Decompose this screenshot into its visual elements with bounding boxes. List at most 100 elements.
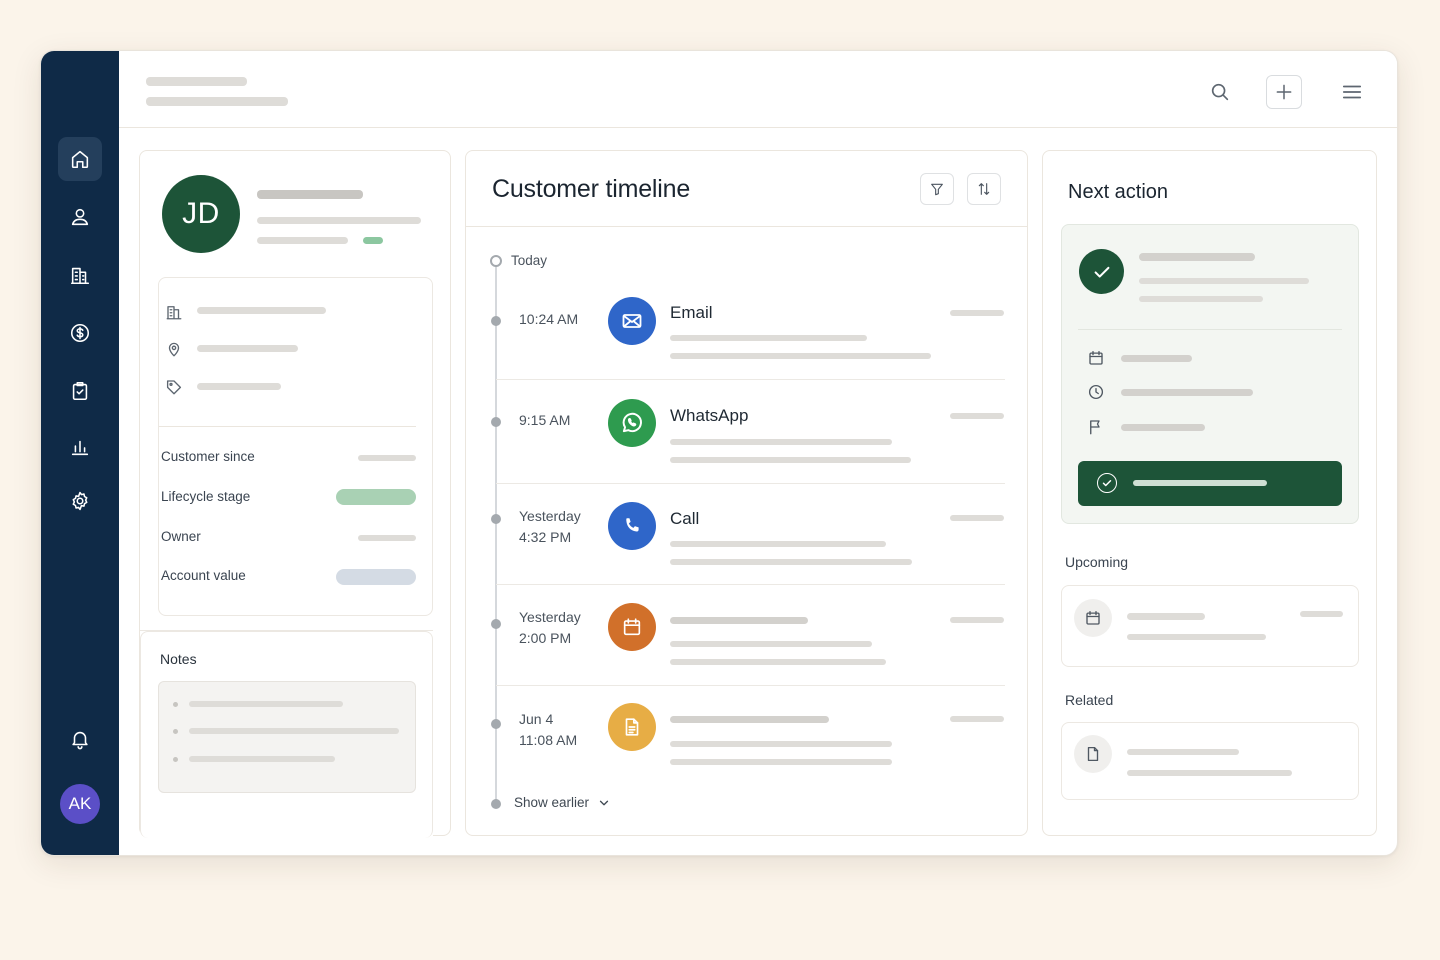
document-icon [625, 718, 639, 736]
account-value-badge [336, 569, 416, 585]
sidebar-item-settings[interactable] [58, 479, 102, 523]
timeline-dot [491, 417, 501, 427]
entry-title[interactable]: WhatsApp [670, 406, 748, 426]
entry-time: Yesterday 2:00 PM [519, 609, 581, 646]
entry-preview [670, 559, 912, 565]
entry-preview [670, 353, 931, 359]
entry-preview [670, 335, 867, 341]
customer-meta-placeholder [257, 237, 348, 244]
notes-section: Notes [140, 630, 433, 838]
entry-meta [950, 716, 1004, 722]
completed-check-icon [1079, 249, 1124, 294]
related-title-placeholder [1127, 749, 1239, 755]
search-button[interactable] [1205, 77, 1235, 107]
notes-list[interactable] [158, 681, 416, 793]
sort-icon [978, 183, 990, 195]
timeline-header-divider [466, 226, 1027, 227]
entry-time: 10:24 AM [519, 311, 579, 327]
calendar-icon [1074, 599, 1112, 637]
upcoming-title: Upcoming [1065, 554, 1129, 570]
sidebar-item-deals[interactable] [58, 311, 102, 355]
show-earlier-button[interactable]: Show earlier [514, 795, 611, 810]
building-icon [163, 301, 185, 323]
entry-title[interactable]: Email [670, 303, 713, 323]
today-marker [490, 255, 502, 267]
whatsapp-icon [622, 412, 642, 433]
action-title-placeholder [1139, 253, 1255, 261]
entry-preview [670, 641, 872, 647]
entry-time: Jun 4 11:08 AM [519, 711, 578, 748]
location-placeholder [197, 345, 298, 352]
lifecycle-stage-label: Lifecycle stage [161, 489, 251, 504]
lifecycle-stage-badge [336, 489, 416, 505]
customer-subtitle-placeholder [257, 217, 421, 224]
owner-value [358, 535, 416, 541]
sidebar-item-home[interactable] [58, 137, 102, 181]
user-avatar[interactable]: AK [60, 784, 100, 824]
sidebar-item-contacts[interactable] [58, 195, 102, 239]
today-label: Today [511, 253, 548, 268]
bar-chart-icon [71, 440, 89, 456]
page-title-placeholder [146, 97, 288, 106]
entry-time: 9:15 AM [519, 412, 571, 428]
customer-since-value [358, 455, 416, 461]
sidebar-item-tasks[interactable] [58, 369, 102, 413]
location-pin-icon [163, 338, 185, 360]
plus-icon [1276, 84, 1292, 100]
call-entry-icon [608, 502, 656, 550]
add-button[interactable] [1266, 75, 1302, 109]
sidebar: AK [41, 51, 119, 855]
menu-button[interactable] [1337, 77, 1367, 107]
sidebar-item-reports[interactable] [58, 425, 102, 469]
divider [159, 426, 416, 427]
notifications-button[interactable] [58, 717, 102, 761]
document-icon [1074, 735, 1112, 773]
gear-icon [72, 491, 88, 511]
profile-panel: JD Customer since Lifecycle stage Owner [139, 150, 451, 838]
building-icon [70, 267, 90, 285]
sidebar-item-companies[interactable] [58, 253, 102, 297]
flag-icon [1086, 417, 1106, 437]
priority-placeholder [1121, 424, 1205, 431]
clock-icon [1086, 382, 1106, 402]
filter-button[interactable] [920, 173, 954, 205]
timeline-panel: Customer timeline Today 10:24 AM Email 9… [465, 150, 1028, 836]
entry-title-placeholder[interactable] [670, 716, 829, 723]
bell-icon [72, 731, 88, 750]
action-desc-placeholder [1139, 278, 1309, 284]
next-action-title: Next action [1068, 181, 1169, 203]
user-icon [71, 208, 89, 226]
calendar-icon [1086, 348, 1106, 368]
timeline-title: Customer timeline [492, 175, 691, 203]
app-window: AK JD Customer since Lifecycle stage Own… [40, 50, 1398, 856]
timeline-dot [491, 316, 501, 326]
document-entry-icon [608, 703, 656, 751]
customer-since-label: Customer since [161, 449, 255, 464]
entry-title[interactable]: Call [670, 509, 699, 529]
entry-divider [496, 379, 1005, 380]
menu-icon [1342, 85, 1362, 99]
upcoming-item[interactable] [1061, 585, 1359, 667]
entry-meta [950, 515, 1004, 521]
clipboard-check-icon [72, 381, 88, 401]
related-desc-placeholder [1127, 770, 1292, 776]
show-earlier-label: Show earlier [514, 795, 590, 810]
whatsapp-entry-icon [608, 399, 656, 447]
complete-action-button[interactable] [1078, 461, 1342, 506]
entry-preview [670, 439, 892, 445]
timeline-dot [491, 719, 501, 729]
entry-title-placeholder[interactable] [670, 617, 808, 624]
upcoming-desc-placeholder [1127, 634, 1266, 640]
sort-button[interactable] [967, 173, 1001, 205]
entry-divider [496, 584, 1005, 585]
company-placeholder [197, 307, 326, 314]
timeline-dot [491, 514, 501, 524]
timeline-dot [491, 799, 501, 809]
tags-placeholder [197, 383, 281, 390]
home-icon [71, 150, 89, 169]
check-circle-icon [1097, 473, 1117, 493]
entry-divider [496, 483, 1005, 484]
related-item[interactable] [1061, 722, 1359, 800]
email-entry-icon [608, 297, 656, 345]
entry-preview [670, 457, 911, 463]
